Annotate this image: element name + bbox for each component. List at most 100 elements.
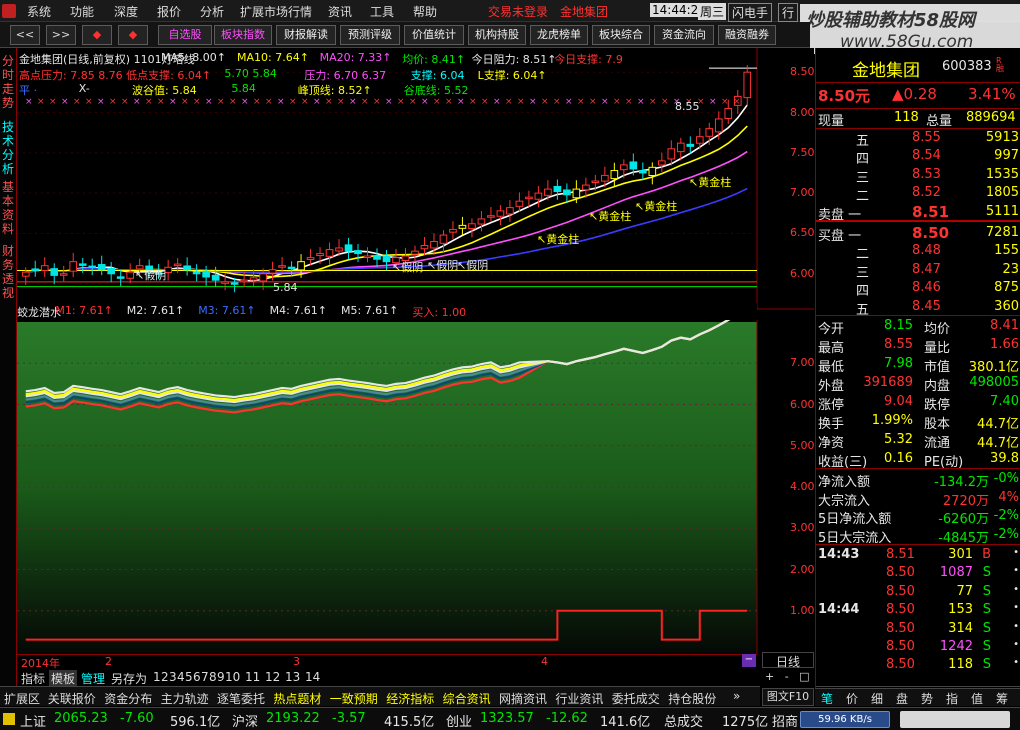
toolbar-button[interactable]: 预测评级: [340, 25, 400, 45]
toolbar-button[interactable]: 价值统计: [404, 25, 464, 45]
quote-tab[interactable]: 盘: [896, 690, 908, 707]
network-speed: 59.96 KB/s: [800, 711, 890, 728]
candle-body: [344, 244, 353, 252]
candle-body: [249, 277, 258, 281]
quote-tab[interactable]: 笔: [821, 690, 833, 707]
menu-item[interactable]: 资讯: [328, 3, 352, 20]
order-volume: 23: [1002, 261, 1019, 277]
template-tab[interactable]: 10: [223, 670, 242, 684]
side-tab[interactable]: 技术分析: [0, 120, 16, 176]
indicator-value: X-: [78, 82, 90, 95]
candle-body: [335, 247, 343, 252]
template-tab[interactable]: 13: [283, 670, 302, 684]
toolbar-button[interactable]: 龙虎榜单: [530, 25, 588, 45]
nav-button[interactable]: ◆: [118, 25, 148, 45]
side-tab[interactable]: 基本资料: [0, 180, 16, 236]
bottom-tab[interactable]: 扩展区: [4, 690, 40, 707]
menu-item[interactable]: 帮助: [413, 3, 437, 20]
menu-item[interactable]: 分析: [200, 3, 224, 20]
candle-body: [477, 218, 486, 225]
bottom-tab[interactable]: 一致预期: [330, 690, 378, 707]
candle-body: [116, 276, 125, 279]
menu-item[interactable]: 报价: [157, 3, 181, 20]
toolbar-button[interactable]: 机构持股: [468, 25, 526, 45]
menu-item[interactable]: 系统: [27, 3, 51, 20]
signal-mark: ×: [325, 97, 333, 107]
bottom-tab[interactable]: 持仓股份: [668, 690, 716, 707]
menu-item[interactable]: 工具: [370, 3, 394, 20]
side-tab[interactable]: 财务透视: [0, 244, 16, 300]
template-tab[interactable]: 11: [243, 670, 262, 684]
zoom-out-button[interactable]: −: [742, 654, 756, 667]
quote-tab[interactable]: 价: [846, 690, 858, 707]
signal-mark: ×: [733, 97, 741, 107]
toolbar-button[interactable]: 融资融券: [718, 25, 776, 45]
toolbar-button[interactable]: 资金流向: [654, 25, 714, 45]
login-status[interactable]: 交易未登录: [488, 3, 548, 20]
zoom-controls[interactable]: + - □: [765, 670, 810, 683]
tabs-more-button[interactable]: »: [733, 689, 740, 703]
bottom-tab[interactable]: 行业资讯: [555, 690, 603, 707]
template-tab[interactable]: 指标: [19, 670, 47, 687]
template-tab[interactable]: 12: [263, 670, 282, 684]
signal-mark: ×: [529, 97, 537, 107]
bottom-tab[interactable]: 综合资讯: [443, 690, 491, 707]
bottom-tab[interactable]: 热点题材: [273, 690, 321, 707]
bottom-tab[interactable]: 经济指标: [386, 690, 434, 707]
candle-body: [411, 250, 419, 255]
indicator-axis-label: 6.00: [790, 397, 815, 411]
toolbar-button[interactable]: 板块综合: [592, 25, 650, 45]
order-price: 8.55: [912, 130, 941, 145]
menu-item[interactable]: 功能: [70, 3, 94, 20]
cy-index: 1323.57: [480, 711, 534, 726]
indicator-chart[interactable]: [17, 320, 814, 654]
indicator-value: MA5: 8.00↑: [161, 51, 226, 64]
menu-item[interactable]: 扩展市场行情: [240, 3, 312, 20]
price-axis-label: 7.00: [790, 186, 815, 200]
indicator-value: M1: 7.61↑: [55, 304, 113, 317]
bottom-tab[interactable]: 关联报价: [48, 690, 96, 707]
template-tab[interactable]: 管理: [79, 670, 107, 687]
bottom-tab[interactable]: 主力轨迹: [161, 690, 209, 707]
cy-amount: 141.6亿: [600, 715, 651, 730]
quote-tab[interactable]: 值: [971, 690, 983, 707]
quote-tabs: 笔价细盘势指值筹: [815, 688, 1020, 706]
flash-trade-button[interactable]: 闪电手: [728, 3, 773, 22]
nav-button[interactable]: <<: [10, 25, 40, 45]
order-volume: 1805: [985, 185, 1019, 201]
template-tab[interactable]: 另存为: [109, 670, 149, 687]
volume-row: 现量 118 总量 889694: [818, 110, 1016, 129]
template-tab[interactable]: 模板: [49, 670, 78, 687]
toolbar-button[interactable]: 财报解读: [276, 25, 336, 45]
period-selector[interactable]: 日线: [762, 652, 814, 669]
candle-body: [202, 270, 210, 278]
bottom-tab[interactable]: 委托成交: [612, 690, 660, 707]
bottom-tab[interactable]: 网摘资讯: [499, 690, 547, 707]
candle-body: [657, 160, 666, 166]
quote-tab[interactable]: 指: [946, 690, 958, 707]
quote-tab[interactable]: 势: [921, 690, 933, 707]
quote-tab[interactable]: 筹: [996, 690, 1008, 707]
signal-mark: ×: [457, 97, 465, 107]
bottom-tab[interactable]: 逐笔委托: [217, 690, 265, 707]
nav-button[interactable]: >>: [46, 25, 76, 45]
quote-button[interactable]: 行: [778, 3, 799, 22]
signal-mark: ×: [301, 97, 309, 107]
bottom-tab[interactable]: 资金分布: [104, 690, 152, 707]
chart-annotation: ↖假阴: [135, 268, 166, 282]
signal-mark: ×: [157, 97, 165, 107]
menu-item[interactable]: 深度: [114, 3, 138, 20]
nav-button[interactable]: ◆: [82, 25, 112, 45]
order-price: 8.52: [912, 185, 941, 201]
quote-tab[interactable]: 细: [871, 690, 883, 707]
toolbar-button[interactable]: 自选股: [158, 25, 212, 45]
candle-body: [724, 107, 733, 120]
stock-title-row: 金地集团 600383 R融: [816, 56, 1020, 82]
signal-mark: ×: [613, 97, 621, 107]
toolbar-button[interactable]: 板块指数: [214, 25, 272, 45]
side-tab[interactable]: 分时走势: [0, 54, 16, 110]
f10-button[interactable]: 图文F10: [762, 688, 814, 706]
template-tab[interactable]: 14: [303, 670, 322, 684]
indicator-value: 5.70 5.84: [224, 67, 277, 80]
quote-stat-row: 收益(三) 0.16 PE(动) 39.8: [818, 451, 1019, 470]
